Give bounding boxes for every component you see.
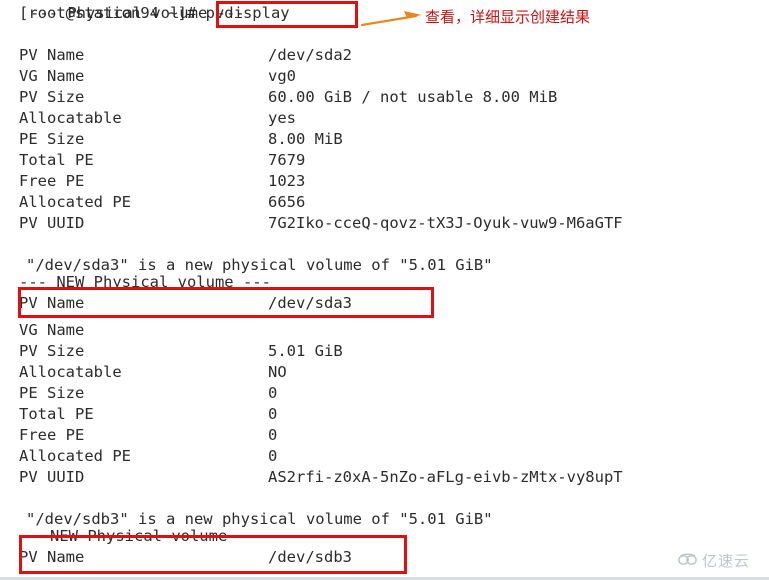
field-value: /dev/sda3 (268, 294, 352, 312)
field-value: 7679 (268, 151, 306, 169)
field-label: Allocatable (19, 363, 122, 381)
terminal-field-row: PV Name/dev/sdb3 (0, 547, 352, 568)
field-value: 0 (268, 426, 278, 444)
field-value: 8.00 MiB (268, 130, 343, 148)
watermark: 亿速云 (678, 550, 750, 571)
terminal-screenshot: [root@station94 ~]# pvdisplay --- Physic… (0, 0, 769, 580)
field-label: PV Name (19, 294, 85, 312)
terminal-field-row: Allocatable yes (0, 108, 296, 129)
field-label: Allocatable (19, 109, 122, 127)
terminal-output: [root@station94 ~]# pvdisplay --- Physic… (0, 0, 769, 580)
field-value: 0 (268, 384, 278, 402)
field-label: PV UUID (19, 468, 85, 486)
field-label: PV Name (19, 46, 85, 64)
terminal-field-row: Free PE 0 (0, 425, 277, 446)
field-label: PV Name (19, 548, 85, 566)
field-label: PE Size (19, 384, 85, 402)
terminal-field-row: PV UUID AS2rfi-z0xA-5nZo-aFLg-eivb-zMtx-v… (0, 467, 623, 488)
field-label: Free PE (19, 172, 85, 190)
watermark-text: 亿速云 (702, 552, 751, 570)
terminal-field-row: PV Size 60.00 GiB / not usable 8.00 MiB (0, 87, 557, 108)
terminal-field-row: PV Size 5.01 GiB (0, 341, 343, 362)
terminal-field-row: Total PE 7679 (0, 150, 305, 171)
field-label: PV Size (19, 342, 85, 360)
field-label: Allocated PE (19, 447, 131, 465)
terminal-line: --- NEW Physical volume --- (0, 272, 271, 293)
field-value: yes (268, 109, 296, 127)
terminal-field-row: PE Size 8.00 MiB (0, 129, 343, 150)
annotation-note: 查看，详细显示创建结果 (425, 8, 591, 26)
field-value: NO (268, 363, 287, 381)
field-value: /dev/sda2 (268, 46, 352, 64)
terminal-field-row: Total PE 0 (0, 404, 277, 425)
terminal-line: NEW Physical volume (0, 526, 227, 547)
field-value: 6656 (268, 193, 306, 211)
field-label: VG Name (19, 321, 85, 339)
field-label: Total PE (19, 405, 94, 423)
terminal-field-row: Allocated PE 0 (0, 446, 277, 467)
terminal-field-row: Allocatable NO (0, 362, 287, 383)
field-label: VG Name (19, 67, 85, 85)
field-value: 5.01 GiB (268, 342, 343, 360)
terminal-field-row: PV Name/dev/sda3 (0, 293, 352, 314)
field-label: Free PE (19, 426, 85, 444)
field-label: Allocated PE (19, 193, 131, 211)
terminal-field-row: PV UUID 7G2Iko-cceQ-qovz-tX3J-Oyuk-vuw9-M… (0, 213, 623, 234)
field-value: 0 (268, 447, 278, 465)
field-label: Total PE (19, 151, 94, 169)
field-label: PE Size (19, 130, 85, 148)
terminal-line-text: --- NEW Physical volume --- (19, 273, 271, 291)
field-value: 1023 (268, 172, 306, 190)
terminal-field-row: PV Name/dev/sda2 (0, 45, 352, 66)
terminal-field-row: Allocated PE 6656 (0, 192, 305, 213)
terminal-field-row: VG Name (0, 320, 84, 341)
terminal-field-row: Free PE 1023 (0, 171, 305, 192)
field-value: vg0 (268, 67, 296, 85)
terminal-line: --- Physical volume --- (0, 3, 245, 24)
terminal-field-row: PE Size 0 (0, 383, 277, 404)
field-value: AS2rfi-z0xA-5nZo-aFLg-eivb-zMtx-vy8upT (268, 468, 623, 486)
terminal-line-text: NEW Physical volume (50, 527, 228, 545)
field-label: PV Size (19, 88, 85, 106)
field-value: 60.00 GiB / not usable 8.00 MiB (268, 88, 558, 106)
field-value: 0 (268, 405, 278, 423)
callout-arrow-icon (360, 6, 426, 30)
terminal-field-row: VG Name vg0 (0, 66, 296, 87)
field-label: PV UUID (19, 214, 85, 232)
field-value: /dev/sdb3 (268, 548, 352, 566)
field-value: 7G2Iko-cceQ-qovz-tX3J-Oyuk-vuw9-M6aGTF (268, 214, 623, 232)
terminal-line-text: --- Physical volume --- (30, 4, 245, 22)
cloud-icon (678, 551, 698, 570)
